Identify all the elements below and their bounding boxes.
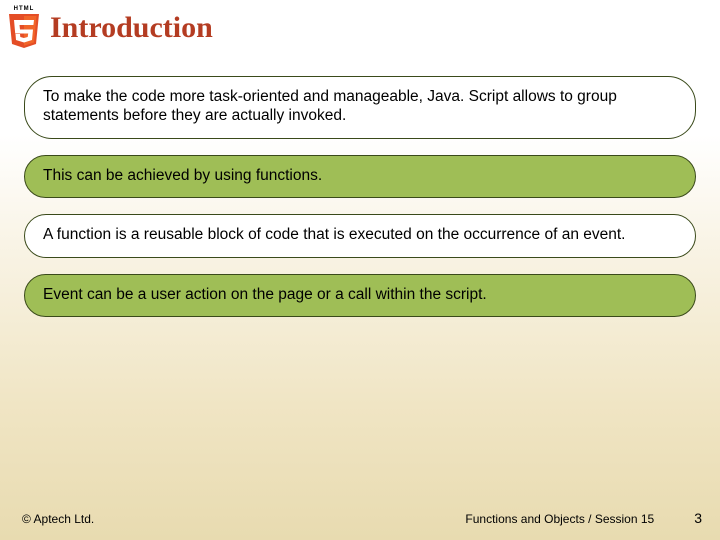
html5-logo-icon: HTML bbox=[6, 8, 42, 48]
slide-header: HTML Introduction bbox=[0, 0, 720, 54]
bullet-item: Event can be a user action on the page o… bbox=[24, 274, 696, 317]
bullet-text: To make the code more task-oriented and … bbox=[43, 88, 617, 124]
slide-title: Introduction bbox=[50, 11, 213, 45]
bullet-item: A function is a reusable block of code t… bbox=[24, 214, 696, 257]
slide-content: To make the code more task-oriented and … bbox=[0, 54, 720, 317]
bullet-text: A function is a reusable block of code t… bbox=[43, 226, 625, 243]
slide-footer: © Aptech Ltd. Functions and Objects / Se… bbox=[0, 510, 720, 526]
footer-session: Functions and Objects / Session 15 bbox=[465, 512, 654, 526]
footer-copyright: © Aptech Ltd. bbox=[22, 512, 94, 526]
bullet-text: Event can be a user action on the page o… bbox=[43, 286, 487, 303]
footer-page-number: 3 bbox=[694, 510, 702, 526]
bullet-item: This can be achieved by using functions. bbox=[24, 155, 696, 198]
html5-logo-label: HTML bbox=[6, 6, 42, 12]
bullet-text: This can be achieved by using functions. bbox=[43, 167, 322, 184]
bullet-item: To make the code more task-oriented and … bbox=[24, 76, 696, 139]
